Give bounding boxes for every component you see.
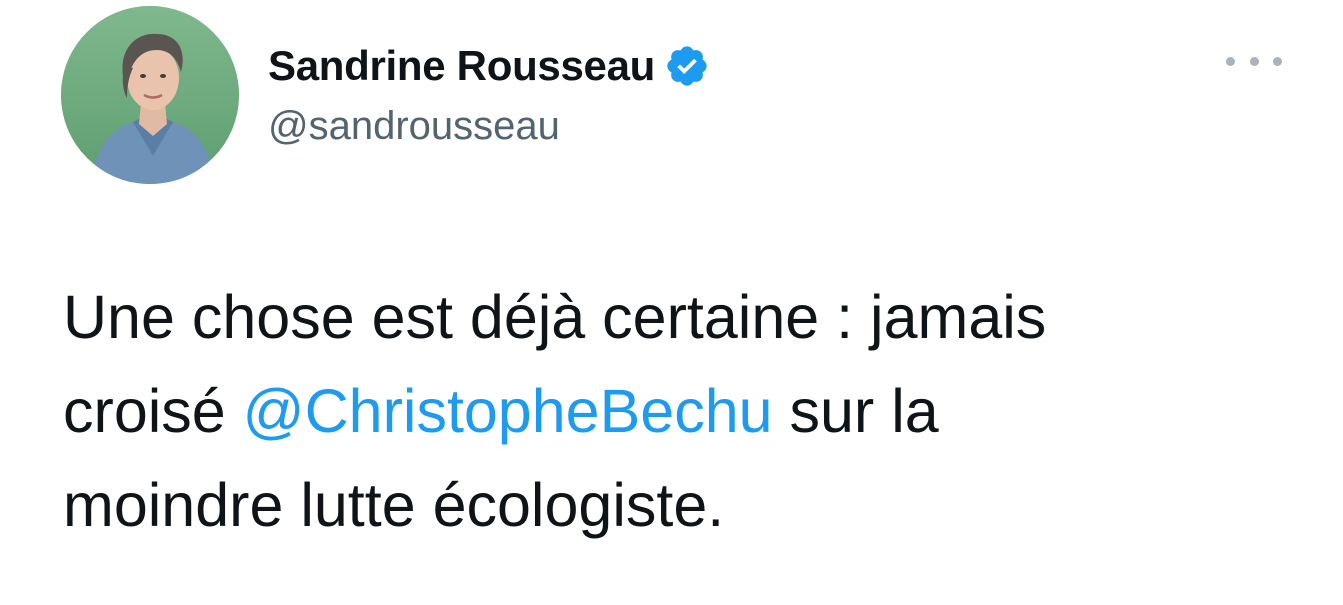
tweet-text-line: moindre lutte écologiste. — [63, 471, 725, 539]
author-display-name[interactable]: Sandrine Rousseau — [268, 42, 655, 90]
tweet-text-line: Une chose est déjà certaine : jamais — [63, 283, 1047, 351]
tweet-text-segment: croisé — [63, 377, 243, 445]
tweet-text: Une chose est déjà certaine : jamais cro… — [63, 270, 1303, 552]
verified-badge-icon — [664, 43, 710, 89]
more-dot — [1273, 56, 1282, 66]
mention-link[interactable]: @ChristopheBechu — [243, 377, 773, 445]
more-options-icon[interactable] — [1226, 46, 1282, 76]
more-dot — [1249, 56, 1259, 66]
tweet-text-line: croisé @ChristopheBechu sur la — [63, 364, 1303, 458]
more-dot — [1226, 56, 1235, 66]
author-name-row: Sandrine Rousseau — [268, 38, 710, 94]
tweet-text-segment: sur la — [772, 377, 939, 445]
avatar[interactable] — [61, 6, 239, 184]
tweet-card: Sandrine Rousseau @sandrousseau Une chos… — [0, 0, 1343, 605]
avatar-photo-icon — [61, 6, 239, 184]
author-handle[interactable]: @sandrousseau — [268, 104, 560, 149]
